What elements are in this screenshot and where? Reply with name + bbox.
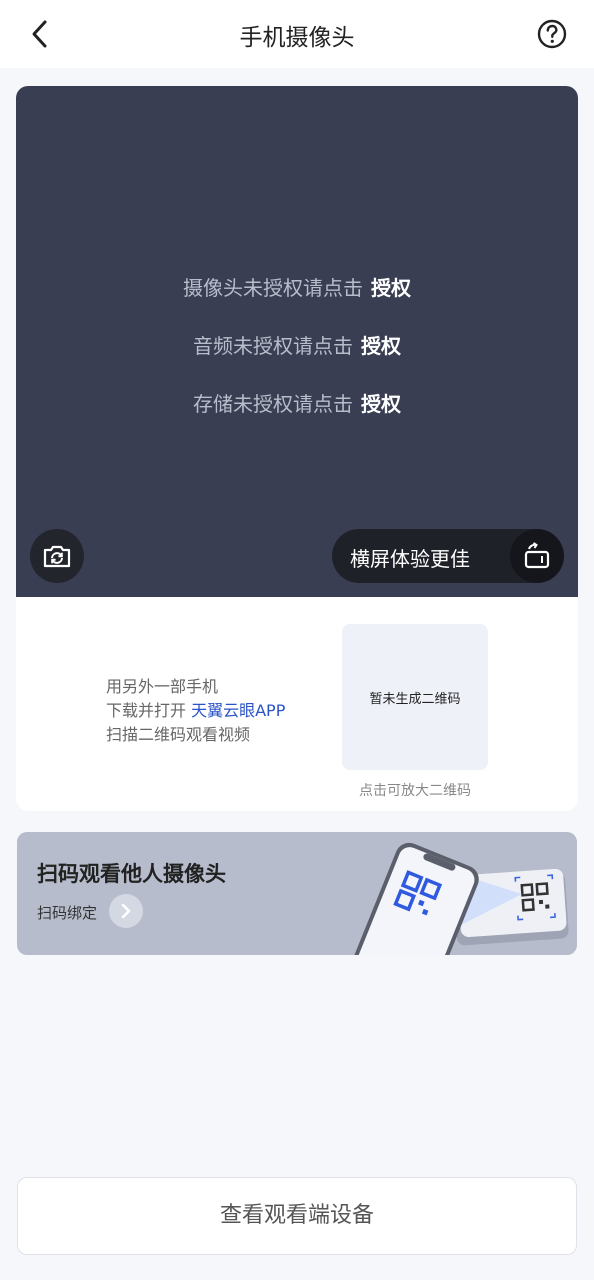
switch-camera-button[interactable]	[30, 529, 84, 583]
audio-auth-row: 音频未授权请点击 授权	[16, 330, 578, 359]
page-title: 手机摄像头	[239, 25, 355, 51]
scan-bind-button[interactable]	[109, 894, 143, 928]
share-panel: 用另外一部手机 下载并打开 天翼云眼APP 扫描二维码观看视频 暂未生成二维码 …	[16, 597, 578, 811]
share-instructions: 用另外一部手机 下载并打开 天翼云眼APP 扫描二维码观看视频	[106, 675, 285, 747]
scan-banner-subtitle: 扫码绑定	[37, 904, 98, 922]
landscape-tip: 横屏体验更佳	[332, 529, 564, 583]
scan-watch-banner[interactable]: 扫码观看他人摄像头 扫码绑定	[17, 832, 577, 955]
qr-placeholder-text: 暂未生成二维码	[369, 691, 461, 707]
camera-flip-icon	[43, 545, 71, 568]
phone-scan-illustration	[353, 842, 569, 955]
question-circle-icon	[537, 19, 567, 49]
storage-auth-link[interactable]: 授权	[361, 392, 401, 416]
rotate-landscape-button[interactable]	[510, 529, 564, 583]
landscape-tip-label: 横屏体验更佳	[350, 547, 470, 571]
storage-auth-text: 存储未授权请点击	[193, 392, 353, 416]
share-line-2-prefix: 下载并打开	[106, 701, 192, 720]
camera-auth-link[interactable]: 授权	[371, 276, 411, 300]
camera-preview: 摄像头未授权请点击 授权 音频未授权请点击 授权 存储未授权请点击 授权 横屏体验更佳	[16, 86, 578, 598]
help-button[interactable]	[536, 18, 568, 50]
audio-auth-text: 音频未授权请点击	[193, 334, 353, 358]
share-line-3: 扫描二维码观看视频	[106, 725, 251, 744]
camera-auth-text: 摄像头未授权请点击	[183, 276, 363, 300]
camera-auth-row: 摄像头未授权请点击 授权	[16, 272, 578, 301]
top-bar: 手机摄像头	[0, 0, 594, 68]
scan-banner-title: 扫码观看他人摄像头	[37, 862, 226, 886]
rotate-screen-icon	[524, 542, 550, 569]
audio-auth-link[interactable]: 授权	[361, 334, 401, 358]
chevron-right-icon	[121, 903, 131, 919]
app-name-link[interactable]: 天翼云眼APP	[191, 701, 285, 720]
view-viewer-devices-button[interactable]: 查看观看端设备	[17, 1177, 577, 1255]
qr-code-box[interactable]: 暂未生成二维码	[342, 624, 488, 770]
qr-enlarge-hint: 点击可放大二维码	[359, 783, 471, 799]
share-line-2: 下载并打开 天翼云眼APP	[106, 699, 285, 723]
storage-auth-row: 存储未授权请点击 授权	[16, 388, 578, 417]
share-line-1: 用另外一部手机	[106, 677, 219, 696]
